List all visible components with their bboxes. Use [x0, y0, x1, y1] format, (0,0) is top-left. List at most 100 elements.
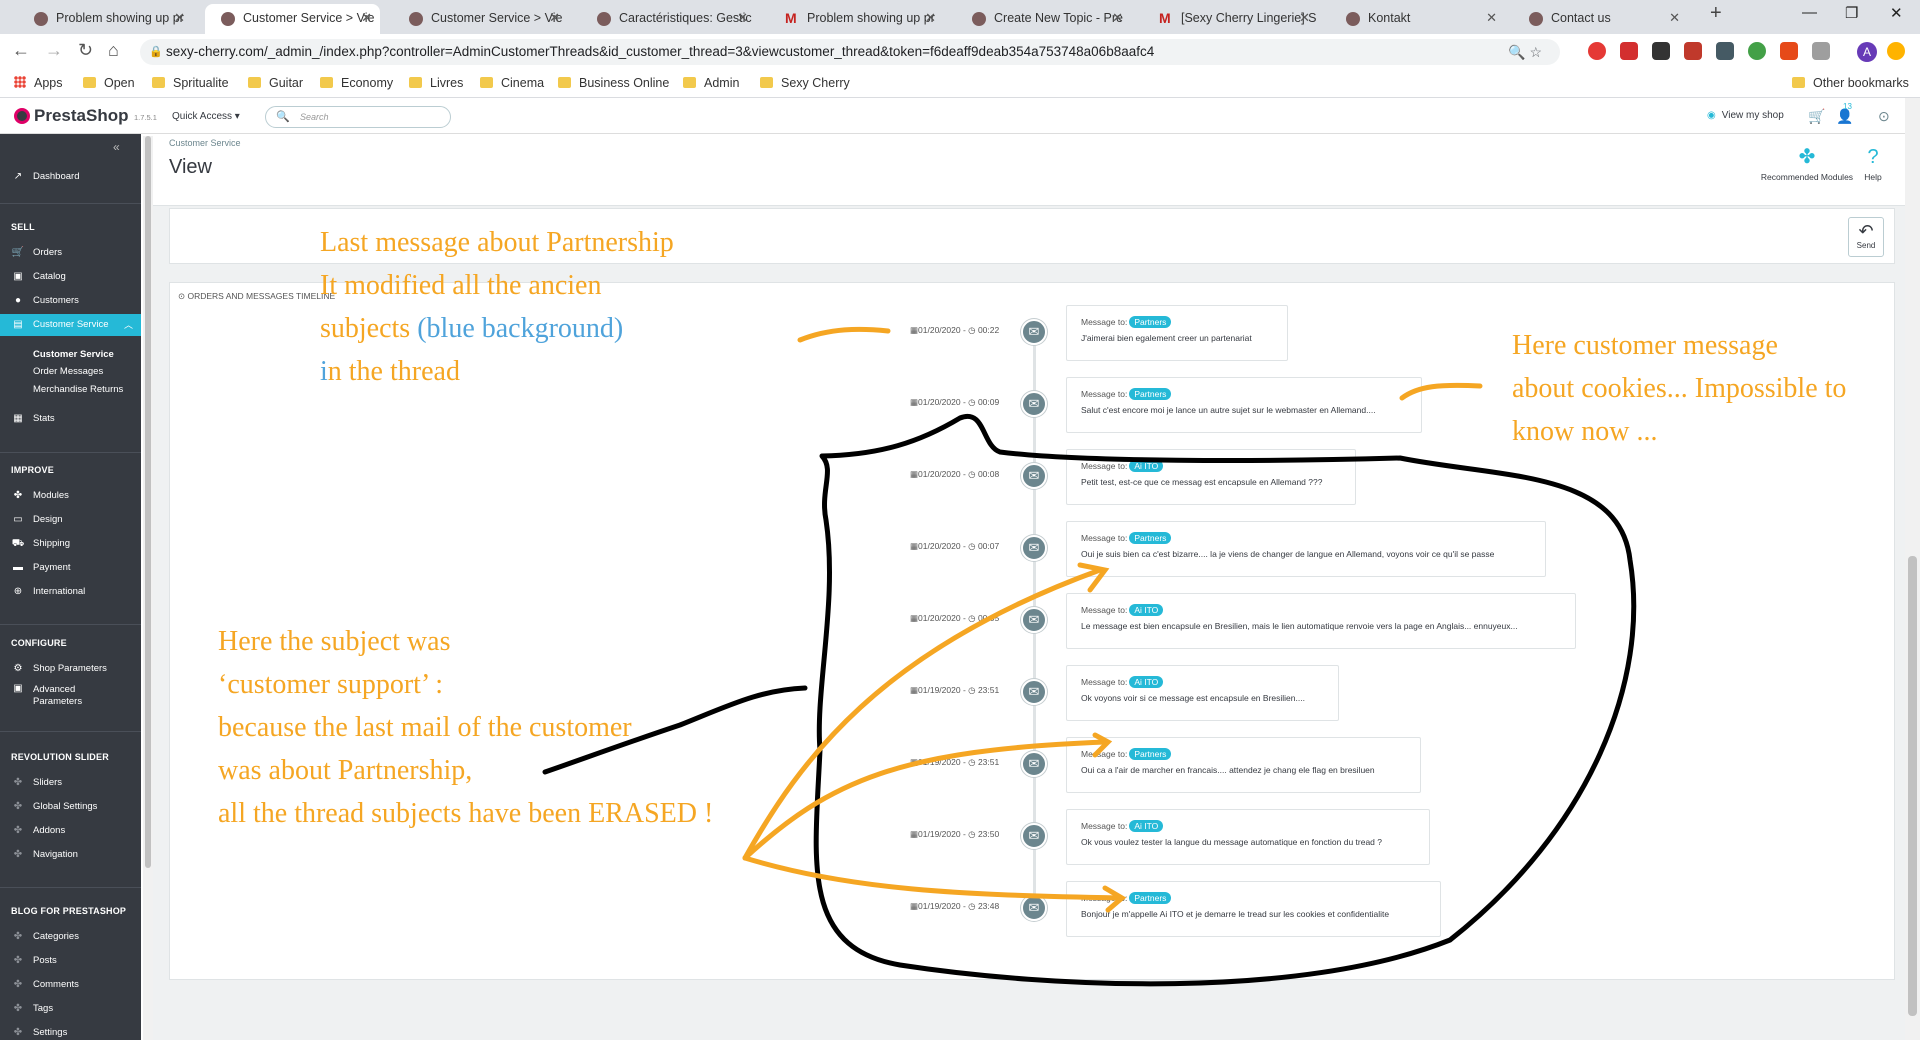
message-card[interactable]: Message to: Ai ITO Petit test, est-ce que …: [1066, 449, 1356, 505]
bookmark-folder[interactable]: Guitar: [248, 76, 303, 90]
bookmark-folder[interactable]: Sexy Cherry: [760, 76, 850, 90]
close-tab-icon[interactable]: ✕: [925, 4, 936, 32]
close-tab-icon[interactable]: ✕: [549, 4, 560, 32]
message-card[interactable]: Message to: Partners Salut c'est encore mo…: [1066, 377, 1422, 433]
other-bookmarks[interactable]: Other bookmarks: [1792, 76, 1909, 90]
sidebar-item-international[interactable]: ⊕ International: [0, 581, 141, 603]
orders-notification-icon[interactable]: 🛒: [1808, 108, 1825, 125]
bookmark-folder[interactable]: Business Online: [558, 76, 669, 90]
message-card[interactable]: Message to: Ai ITO Ok voyons voir si ce me…: [1066, 665, 1339, 721]
message-card[interactable]: Message to: Partners Oui ca a l'air de mar…: [1066, 737, 1421, 793]
close-tab-icon[interactable]: ✕: [1669, 4, 1680, 32]
sidebar-item-stats[interactable]: ▦ Stats: [0, 408, 141, 430]
zoom-star-icons[interactable]: 🔍 ☆: [1508, 39, 1542, 65]
green-extension-icon[interactable]: [1748, 42, 1766, 60]
sidebar-item-customers[interactable]: ● Customers: [0, 290, 141, 312]
forward-icon[interactable]: →: [45, 40, 63, 61]
sidebar-item-shipping[interactable]: ⛟ Shipping: [0, 533, 141, 555]
bookmark-folder[interactable]: Open: [83, 76, 135, 90]
restore-icon[interactable]: ❐: [1845, 4, 1858, 22]
bookmark-folder[interactable]: Economy: [320, 76, 393, 90]
close-tab-icon[interactable]: ✕: [737, 4, 748, 32]
browser-tab[interactable]: M Problem showing up pr ✕: [769, 4, 944, 34]
sidebar-item-design[interactable]: ▭ Design: [0, 509, 141, 531]
browser-tab[interactable]: Contact us ✕: [1513, 4, 1688, 34]
message-card[interactable]: Message to: Ai ITO Ok vous voulez tester l…: [1066, 809, 1430, 865]
sidebar-item-navigation[interactable]: ✤ Navigation: [0, 844, 141, 866]
browser-tab[interactable]: M [Sexy Cherry Lingerie] S ✕: [1143, 4, 1318, 34]
sidebar-item-advanced-parameters[interactable]: ▣ Advanced Parameters: [0, 682, 141, 710]
browser-tab[interactable]: Caractéristiques: Gestic ✕: [581, 4, 756, 34]
reload-icon[interactable]: ↻: [78, 40, 93, 61]
address-bar[interactable]: 🔒 sexy-cherry.com/_admin_/index.php?cont…: [140, 39, 1560, 65]
close-tab-icon[interactable]: ✕: [1299, 4, 1310, 32]
sidebar-item-sliders[interactable]: ✤ Sliders: [0, 772, 141, 794]
browser-tab[interactable]: Customer Service > Vie ✕: [205, 4, 380, 34]
close-tab-icon[interactable]: ✕: [361, 4, 372, 32]
sidebar-scrollbar-thumb[interactable]: [145, 136, 151, 868]
prestashop-logo[interactable]: PrestaShop: [14, 106, 128, 126]
browser-tab[interactable]: Problem showing up pr ✕: [18, 4, 193, 34]
sidebar-sub-merchandise-returns[interactable]: Merchandise Returns: [33, 384, 123, 395]
message-card[interactable]: Message to: Partners Oui je suis bien ca c…: [1066, 521, 1546, 577]
sidebar-item-global-settings[interactable]: ✤ Global Settings: [0, 796, 141, 818]
sidebar-item-categories[interactable]: ✤ Categories: [0, 926, 141, 948]
sidebar-item-orders[interactable]: 🛒 Orders: [0, 242, 141, 264]
sidebar-sub-order-messages[interactable]: Order Messages: [33, 366, 103, 377]
message-to-label: Message to:: [1081, 317, 1128, 327]
browser-tab[interactable]: Kontakt ✕: [1330, 4, 1505, 34]
bookmark-folder[interactable]: Livres: [409, 76, 463, 90]
message-card[interactable]: Message to: Partners J'aimerai bien egalem…: [1066, 305, 1288, 361]
recipient-badge: Partners: [1129, 532, 1172, 544]
alert-extension-icon[interactable]: [1887, 42, 1905, 60]
quick-access-dropdown[interactable]: Quick Access ▾: [172, 111, 240, 122]
bookmark-apps[interactable]: Apps: [14, 76, 63, 90]
sidebar-item-settings[interactable]: ✤ Settings: [0, 1022, 141, 1040]
page-scrollbar-thumb[interactable]: [1908, 556, 1917, 1016]
message-card[interactable]: Message to: Partners Bonjour je m'appelle …: [1066, 881, 1441, 937]
new-tab-button[interactable]: +: [1710, 2, 1722, 25]
news-extension-icon[interactable]: [1716, 42, 1734, 60]
page-scrollbar[interactable]: [1905, 98, 1920, 1040]
sidebar-scrollbar[interactable]: [143, 136, 153, 1040]
message-card[interactable]: Message to: Ai ITO Le message est bien enc…: [1066, 593, 1576, 649]
view-my-shop-link[interactable]: ◉ View my shop: [1707, 110, 1784, 121]
close-window-icon[interactable]: ✕: [1890, 4, 1903, 22]
sidebar-item-tags[interactable]: ✤ Tags: [0, 998, 141, 1020]
browser-tab[interactable]: Customer Service > Vie ✕: [393, 4, 568, 34]
send-button[interactable]: ↶ Send: [1848, 217, 1884, 257]
bookmark-folder[interactable]: Spritualite: [152, 76, 229, 90]
profile-avatar[interactable]: A: [1857, 42, 1877, 62]
employee-account-icon[interactable]: ⊙: [1878, 108, 1890, 125]
bookmark-folder[interactable]: Cinema: [480, 76, 544, 90]
video-extension-icon[interactable]: [1620, 42, 1638, 60]
camera-extension-icon[interactable]: [1652, 42, 1670, 60]
sidebar-item-dashboard[interactable]: ↗ Dashboard: [0, 166, 141, 188]
close-tab-icon[interactable]: ✕: [174, 4, 185, 32]
timeline-date: ▦01/20/2020 - ◷ 00:09: [910, 397, 1000, 407]
sidebar-item-payment[interactable]: ▬ Payment: [0, 557, 141, 579]
close-tab-icon[interactable]: ✕: [1112, 4, 1123, 32]
sidebar-item-comments[interactable]: ✤ Comments: [0, 974, 141, 996]
bookmark-folder[interactable]: Admin: [683, 76, 739, 90]
home-icon[interactable]: ⌂: [108, 40, 119, 61]
sidebar-item-customer-service[interactable]: ▤ Customer Service ︿: [0, 314, 141, 336]
sidebar-item-posts[interactable]: ✤ Posts: [0, 950, 141, 972]
pdf-extension-icon[interactable]: [1684, 42, 1702, 60]
sidebar-item-catalog[interactable]: ▣ Catalog: [0, 266, 141, 288]
back-icon[interactable]: ←: [12, 40, 30, 61]
minimize-icon[interactable]: —: [1802, 4, 1817, 21]
sidebar-item-modules[interactable]: ✤ Modules: [0, 485, 141, 507]
download-extension-icon[interactable]: [1780, 42, 1798, 60]
sidebar-item-addons[interactable]: ✤ Addons: [0, 820, 141, 842]
collapse-sidebar-icon[interactable]: «: [113, 140, 120, 154]
puzzle-extension-icon[interactable]: [1812, 42, 1830, 60]
globe-icon: ⊕: [13, 586, 23, 597]
admin-search-input[interactable]: 🔍 Search: [265, 106, 451, 128]
sidebar-sub-customer-service[interactable]: Customer Service: [33, 349, 114, 360]
opera-extension-icon[interactable]: [1588, 42, 1606, 60]
browser-tab[interactable]: Create New Topic - Pre ✕: [956, 4, 1131, 34]
breadcrumb[interactable]: Customer Service: [169, 138, 241, 148]
sidebar-item-shop-parameters[interactable]: ⚙ Shop Parameters: [0, 658, 141, 680]
close-tab-icon[interactable]: ✕: [1486, 4, 1497, 32]
